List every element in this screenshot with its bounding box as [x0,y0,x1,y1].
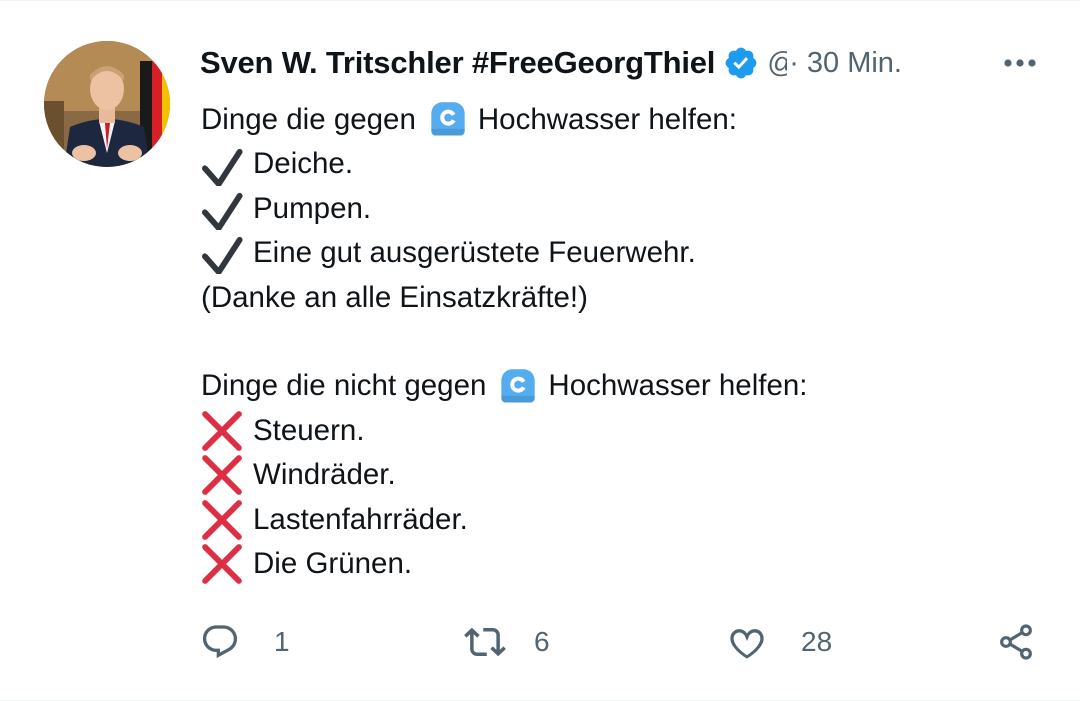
cross-mark-icon [202,544,242,584]
retweet-count: 6 [534,626,550,657]
line-text: Dinge die gegen [201,103,416,136]
check-mark-icon [202,237,243,275]
like-button[interactable]: 28 [727,617,832,667]
line-text: Hochwasser helfen: [548,369,808,403]
text-line: Die Grünen. [201,542,1041,586]
tweet-card[interactable]: Sven W. Tritschler #FreeGeorgThiel @ · 3… [0,0,1080,701]
line-text: Hochwasser helfen: [477,103,737,136]
line-text: Dinge die nicht gegen [201,369,487,403]
wave-emoji-icon [431,102,465,136]
heart-icon [730,629,764,659]
cross-mark-icon [202,455,242,496]
avatar[interactable] [44,41,170,167]
like-count: 28 [801,626,833,657]
reply-count: 1 [274,626,290,657]
author-name[interactable]: Sven W. Tritschler #FreeGeorgThiel [200,45,715,81]
cross-mark-icon [202,411,242,451]
line-text: Die Grünen. [253,546,413,580]
text-line: Deiche. [201,142,1041,186]
line-text: Lastenfahrräder. [253,502,468,536]
retweet-icon [464,627,506,657]
line-text: Deiche. [253,147,354,181]
line-text: (Danke an alle Einsatzkräfte!) [201,280,588,314]
line-text: Windräder. [253,458,396,492]
separator-dot: · [789,46,799,79]
timestamp[interactable]: 30 Min. [807,47,902,80]
text-line: (Danke an alle Einsatzkräfte!) [201,276,1041,320]
cross-mark-icon [202,499,242,540]
line-text: Steuern. [253,413,365,447]
tweet-header: Sven W. Tritschler #FreeGeorgThiel @ · 3… [200,41,1040,85]
share-button[interactable] [996,617,1036,667]
wave-emoji-icon [501,368,536,403]
share-icon [1000,624,1032,660]
avatar-photo [44,41,170,167]
more-options-button[interactable] [1000,49,1040,77]
text-line: Steuern. [201,409,1041,453]
tweet-text: Dinge die gegen Hochwasser helfen: Deich… [201,98,1041,586]
text-line: Dinge die gegen Hochwasser helfen: [201,98,1041,142]
check-mark-icon [202,192,243,230]
verified-badge-icon [723,45,759,81]
line-text: Pumpen. [253,191,372,225]
text-line: Dinge die nicht gegen Hochwasser helfen: [201,364,1041,408]
more-dots-icon [1004,59,1036,67]
author-handle[interactable]: @ [767,47,787,80]
retweet-button[interactable]: 6 [464,617,550,667]
line-text: Eine gut ausgerüstete Feuerwehr. [253,236,696,270]
text-line: Eine gut ausgerüstete Feuerwehr. [201,231,1041,275]
check-mark-icon [202,148,243,186]
text-line: Windräder. [201,453,1041,497]
action-bar: 1 6 28 [200,617,1040,667]
reply-icon [202,625,238,659]
text-line: Pumpen. [201,187,1041,231]
text-line: Lastenfahrräder. [201,498,1041,542]
reply-button[interactable]: 1 [200,617,290,667]
